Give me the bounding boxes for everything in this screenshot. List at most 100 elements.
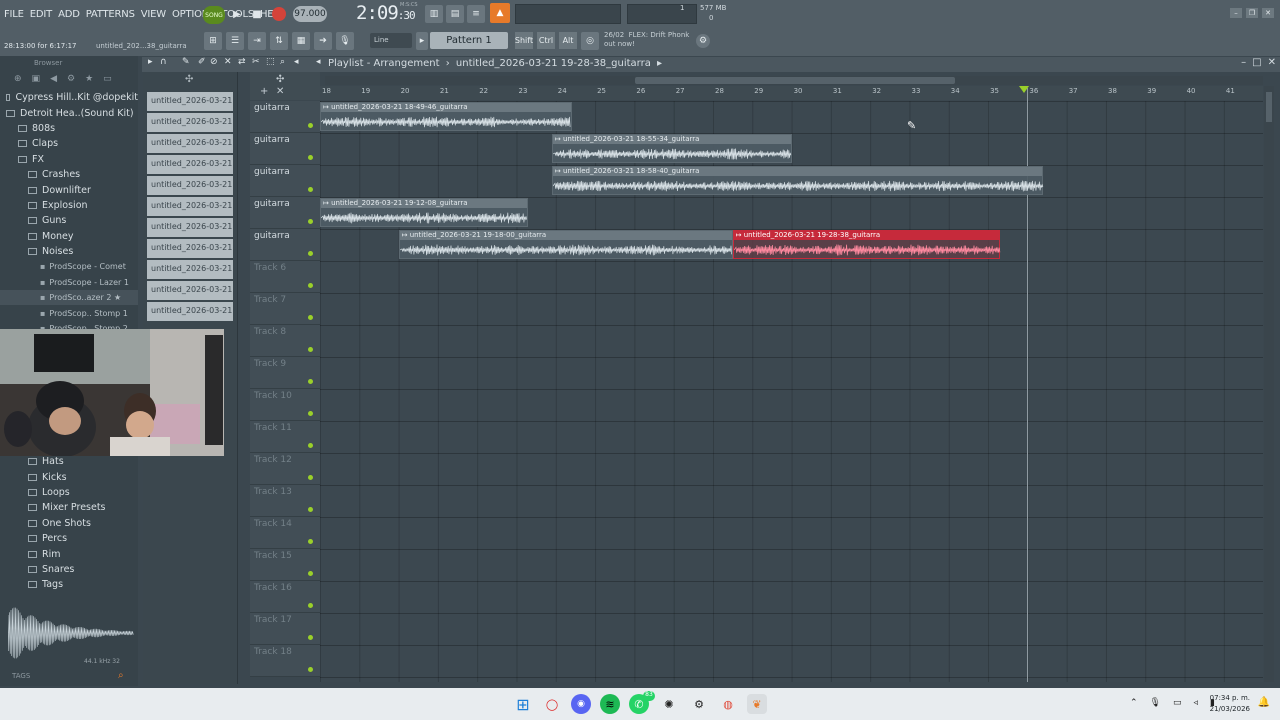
browser-item[interactable]: ▪ ProdSco..azer 2 ★ (0, 290, 138, 306)
minimize-icon[interactable]: – (1230, 8, 1242, 18)
track-mute-led[interactable] (308, 123, 313, 128)
track-mute-led[interactable] (308, 539, 313, 544)
record-button[interactable] (272, 7, 286, 21)
volume-icon[interactable]: ◃ (1194, 698, 1199, 708)
mixer-icon[interactable]: ≡ (467, 5, 485, 23)
online-icon[interactable]: ⚙ (696, 34, 710, 48)
fl-studio-icon[interactable]: ❦ (747, 694, 767, 714)
vertical-scrollbar[interactable] (1264, 86, 1274, 682)
scroll-thumb[interactable] (635, 77, 955, 84)
browser-item[interactable]: Loops (0, 485, 138, 500)
browser-item[interactable]: Money (0, 229, 138, 244)
opera-icon[interactable]: ◯ (542, 694, 562, 714)
microphone-icon[interactable]: 🎙 (336, 32, 354, 50)
piano-roll-icon[interactable]: ▥ (425, 5, 443, 23)
arrangement-name[interactable]: untitled_2026-03-21 19-28-38_guitarra (456, 58, 651, 69)
browser-item[interactable]: Rim (0, 546, 138, 561)
delete-tool-icon[interactable]: ⊘ (210, 57, 218, 67)
track-header[interactable]: guitarra (250, 133, 320, 165)
track-header[interactable]: guitarra (250, 165, 320, 197)
browser-item[interactable]: Crashes (0, 167, 138, 182)
browser-item[interactable]: Cypress Hill..Kit @dopekit (0, 90, 138, 105)
track-mute-led[interactable] (308, 667, 313, 672)
browser-item[interactable]: Explosion (0, 198, 138, 213)
tray-expand-icon[interactable]: ⌃ (1130, 698, 1138, 708)
bar-number[interactable]: 26 (636, 87, 645, 95)
track-mute-led[interactable] (308, 187, 313, 192)
menu-edit[interactable]: EDIT (30, 9, 52, 20)
picker-clip[interactable]: untitled_2026-03-21 18- (147, 197, 233, 216)
picker-clip[interactable]: untitled_2026-03-21 18- (147, 260, 233, 279)
speaker-icon[interactable]: ◂ (294, 57, 299, 67)
track-mute-led[interactable] (308, 315, 313, 320)
picker-move-icon[interactable]: ✣ (143, 72, 237, 90)
bar-number[interactable]: 38 (1108, 87, 1117, 95)
browser-item[interactable]: Claps (0, 136, 138, 151)
song-tools-icon[interactable]: ⇥ (248, 32, 266, 50)
restore-icon[interactable]: ❐ (1246, 8, 1258, 18)
browser-item[interactable]: Mixer Presets (0, 500, 138, 515)
chrome-icon[interactable]: ◍ (718, 694, 738, 714)
track-mute-led[interactable] (308, 379, 313, 384)
picker-clip[interactable]: untitled_2026-03-21 18- (147, 218, 233, 237)
playlist-maximize-icon[interactable]: □ (1252, 57, 1261, 68)
browser-item[interactable]: 808s (0, 121, 138, 136)
browser-item[interactable]: One Shots (0, 516, 138, 531)
picker-clip[interactable]: untitled_2026-03-21 18- (147, 113, 233, 132)
bar-number[interactable]: 35 (990, 87, 999, 95)
bar-number[interactable]: 40 (1187, 87, 1196, 95)
playlist-back-icon[interactable]: ◂ (316, 57, 321, 67)
track-header[interactable]: guitarra (250, 229, 320, 261)
horizontal-scrollbar[interactable] (325, 76, 1263, 85)
news-panel[interactable]: 26/02 FLEX: Drift Phonk out now! (604, 31, 689, 49)
picker-clip[interactable]: untitled_2026-03-21 18- (147, 239, 233, 258)
bar-number[interactable]: 22 (479, 87, 488, 95)
track-header[interactable]: Track 10 (250, 389, 320, 421)
slice-tool-icon[interactable]: ✂ (252, 57, 260, 67)
audio-clip[interactable]: ↦ untitled_2026-03-21 19-28-38_guitarra (732, 230, 1000, 259)
bar-number[interactable]: 34 (951, 87, 960, 95)
track-header[interactable]: Track 14 (250, 517, 320, 549)
bar-number[interactable]: 30 (794, 87, 803, 95)
track-mute-led[interactable] (308, 443, 313, 448)
bar-number[interactable]: 29 (754, 87, 763, 95)
track-mute-led[interactable] (308, 603, 313, 608)
track-mute-led[interactable] (308, 635, 313, 640)
bar-number[interactable]: 39 (1147, 87, 1156, 95)
network-icon[interactable]: ▭ (1173, 698, 1182, 708)
song-mode-toggle[interactable]: SONG (203, 6, 225, 24)
browser-item[interactable]: FX (0, 152, 138, 167)
browser-back-icon[interactable]: ◀ (50, 74, 57, 84)
menu-add[interactable]: ADD (58, 9, 80, 20)
zoom-tool-icon[interactable]: ⌕ (280, 57, 285, 67)
picker-clip[interactable]: untitled_2026-03-21 18- (147, 92, 233, 111)
browser-item[interactable]: Detroit Hea..(Sound Kit) (0, 105, 138, 120)
paint-tool-icon[interactable]: ✐ (198, 57, 206, 67)
select-tool-icon[interactable]: ⬚ (266, 57, 275, 67)
bar-number[interactable]: 27 (676, 87, 685, 95)
browser-folder-icon[interactable]: ▭ (103, 74, 112, 84)
prev-pattern-icon[interactable]: ▸ (416, 32, 428, 50)
browser-item[interactable]: ▪ ProdScope - Lazer 1 (0, 275, 138, 290)
slip-tool-icon[interactable]: ⇄ (238, 57, 246, 67)
bar-number[interactable]: 36 (1029, 87, 1038, 95)
notification-icon[interactable]: 🔔 (1258, 697, 1270, 708)
browser-item[interactable]: ▪ ProdScop.. Stomp 1 (0, 305, 138, 320)
channel-rack-icon[interactable]: ▤ (446, 5, 464, 23)
menu-patterns[interactable]: PATTERNS (86, 9, 135, 20)
browser-item[interactable]: Snares (0, 562, 138, 577)
bar-number[interactable]: 18 (322, 87, 331, 95)
picker-clip[interactable]: untitled_2026-03-21 19- (147, 281, 233, 300)
track-header[interactable]: Track 8 (250, 325, 320, 357)
picker-clip[interactable]: untitled_2026-03-21 19- (147, 302, 233, 321)
bar-number[interactable]: 37 (1069, 87, 1078, 95)
picker-clip[interactable]: untitled_2026-03-21 18- (147, 134, 233, 153)
track-header[interactable]: Track 6 (250, 261, 320, 293)
track-mute-led[interactable] (308, 507, 313, 512)
arrow-right-icon[interactable]: ➔ (314, 32, 332, 50)
timeline-ruler[interactable]: 18 19 20 21 22 23 24 25 26 27 28 29 30 31 32 33 34 35 36 37… (320, 86, 1263, 100)
track-mute-led[interactable] (308, 411, 313, 416)
browser-item[interactable]: Percs (0, 531, 138, 546)
track-header[interactable]: Track 9 (250, 357, 320, 389)
metronome-icon[interactable]: ▲ (490, 3, 510, 23)
